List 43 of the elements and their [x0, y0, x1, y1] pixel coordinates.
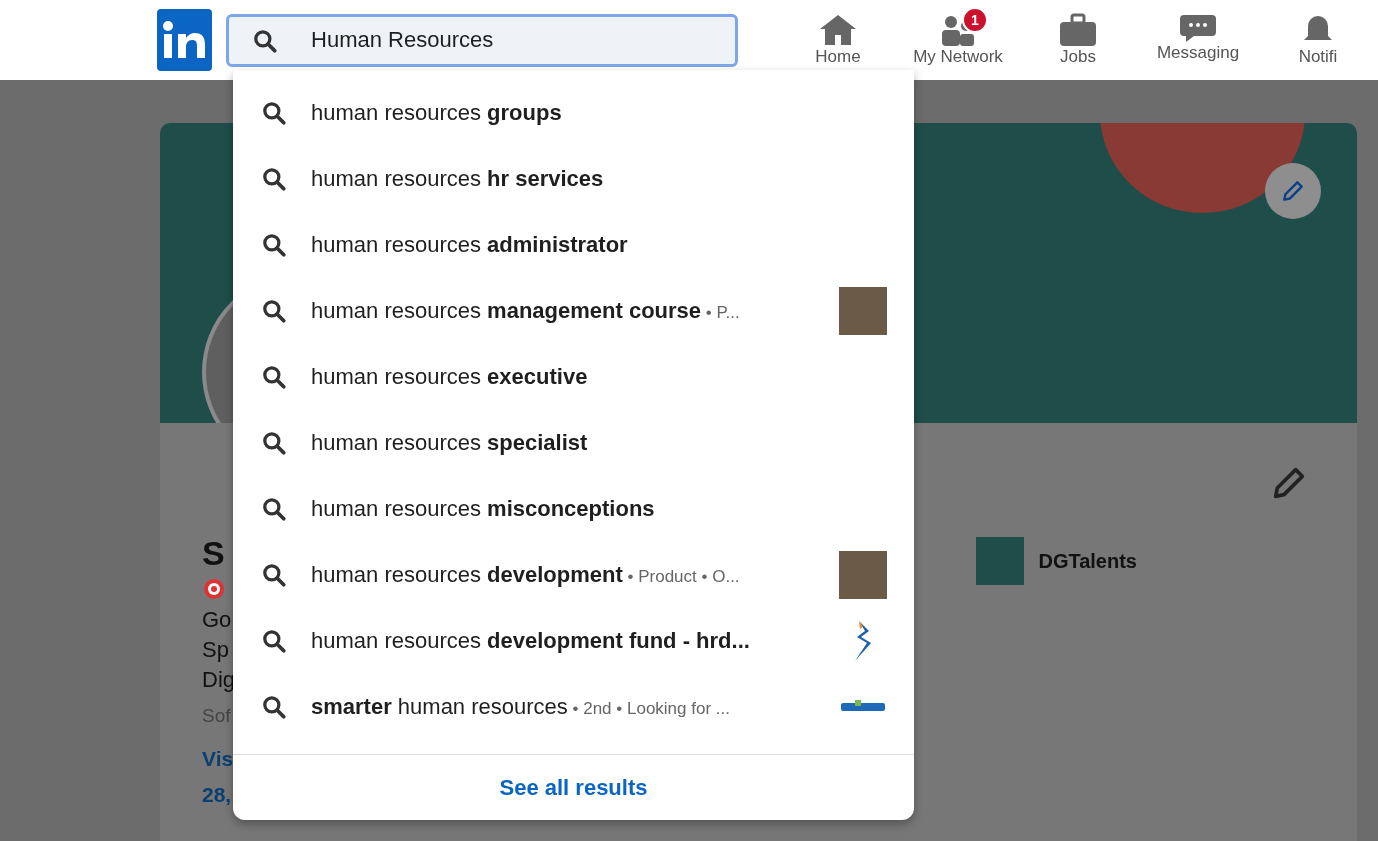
headline-text: Go — [202, 606, 233, 634]
suggestion-item[interactable]: human resources development • Product • O... — [233, 542, 914, 608]
logo-icon — [841, 700, 885, 714]
suggestion-item[interactable]: smarter human resources • 2nd • Looking for ... — [233, 674, 914, 740]
search-field[interactable]: Human Resources — [226, 13, 738, 67]
search-icon — [261, 628, 287, 654]
search-icon — [261, 232, 287, 258]
headline-text: Sp — [202, 636, 230, 664]
headline-text: Dig — [202, 666, 235, 694]
search-icon — [252, 27, 278, 54]
search-icon — [261, 364, 287, 390]
house-icon — [818, 13, 858, 47]
suggestion-item[interactable]: human resources development fund - hrd... — [233, 608, 914, 674]
suggestion-item[interactable]: human resources hr services — [233, 146, 914, 212]
company-name[interactable]: DGTalents — [1038, 549, 1137, 573]
briefcase-icon — [1058, 13, 1098, 47]
search-icon — [261, 430, 287, 456]
search-icon — [261, 562, 287, 588]
see-all-results-button[interactable]: See all results — [233, 754, 914, 820]
nav-item[interactable]: Home — [778, 13, 898, 67]
profile-name: S — [202, 535, 226, 571]
suggestion-item[interactable]: human resources specialist — [233, 410, 914, 476]
photo-placeholder — [839, 551, 887, 599]
nav-item[interactable]: Notifi — [1258, 13, 1378, 67]
logo[interactable] — [157, 9, 212, 71]
photo-placeholder — [839, 287, 887, 335]
suggestion-item[interactable]: human resources management course • P... — [233, 278, 914, 344]
speech-bubble-icon — [1178, 13, 1218, 43]
company-logo — [976, 537, 1025, 585]
search-icon — [261, 166, 287, 192]
search-icon — [261, 694, 287, 720]
search-icon — [261, 100, 287, 126]
suggestion-item[interactable]: human resources groups — [233, 80, 914, 146]
nav-item[interactable]: Messaging — [1138, 13, 1258, 67]
suggestion-item[interactable]: human resources administrator — [233, 212, 914, 278]
notification-badge: 1 — [962, 7, 988, 33]
nav-item[interactable]: Jobs — [1018, 13, 1138, 67]
search-icon — [261, 298, 287, 324]
edit-banner-button[interactable] — [1265, 163, 1321, 219]
suggestion-item[interactable]: human resources executive — [233, 344, 914, 410]
search-icon — [261, 496, 287, 522]
suggestion-item[interactable]: human resources misconceptions — [233, 476, 914, 542]
pencil-icon — [1280, 178, 1306, 204]
